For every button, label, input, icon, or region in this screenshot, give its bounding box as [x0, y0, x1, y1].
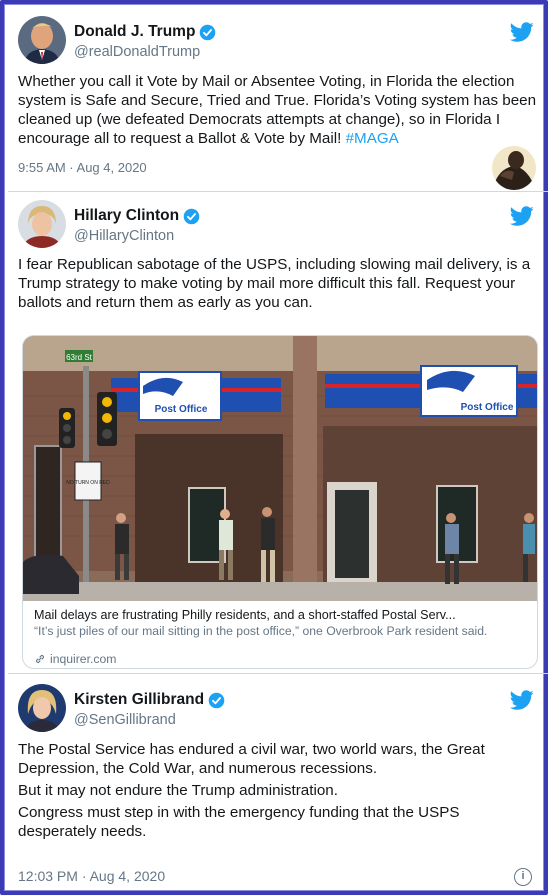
tweet-paragraph: But it may not endure the Trump administ… — [18, 782, 338, 799]
tweet-header: Hillary Clinton @HillaryClinton — [18, 200, 538, 252]
tweet-gillibrand[interactable]: Kirsten Gillibrand @SenGillibrand The Po… — [8, 676, 548, 895]
screenshot-frame: Donald J. Trump @realDonaldTrump Whether… — [0, 0, 548, 895]
timestamp[interactable]: 9:55 AM · Aug 4, 2020 — [18, 160, 147, 175]
avatar[interactable] — [18, 200, 66, 248]
hashtag-link[interactable]: #MAGA — [346, 130, 399, 147]
user-handle[interactable]: @realDonaldTrump — [74, 42, 216, 62]
link-card[interactable]: Post Office Post Office 63rd St NO TURN … — [22, 335, 538, 669]
info-icon[interactable]: i — [514, 868, 532, 886]
avatar[interactable] — [18, 16, 66, 64]
twitter-bird-icon[interactable] — [510, 688, 534, 712]
tweet-header: Donald J. Trump @realDonaldTrump — [18, 16, 538, 68]
tweet-body: Whether you call it Vote by Mail or Abse… — [18, 73, 537, 147]
display-name[interactable]: Kirsten Gillibrand — [74, 690, 225, 710]
tweet-clinton[interactable]: Hillary Clinton @HillaryClinton I fear R… — [8, 191, 548, 674]
card-image: Post Office Post Office 63rd St NO TURN … — [23, 336, 537, 601]
tweet-trump[interactable]: Donald J. Trump @realDonaldTrump Whether… — [8, 8, 548, 190]
display-name[interactable]: Donald J. Trump — [74, 22, 216, 42]
card-title[interactable]: Mail delays are frustrating Philly resid… — [34, 607, 529, 623]
sign-right-text: Post Office — [461, 402, 514, 413]
tweet-text: Whether you call it Vote by Mail or Abse… — [18, 72, 538, 148]
user-handle[interactable]: @HillaryClinton — [74, 226, 200, 246]
card-domain[interactable]: inquirer.com — [34, 652, 116, 666]
timestamp[interactable]: 12:03 PM · Aug 4, 2020 — [18, 868, 165, 884]
verified-badge-icon — [200, 24, 216, 40]
card-description: “It’s just piles of our mail sitting in … — [34, 624, 488, 638]
avatar[interactable] — [18, 684, 66, 732]
display-name-text[interactable]: Hillary Clinton — [74, 206, 179, 226]
tweet-header: Kirsten Gillibrand @SenGillibrand — [18, 684, 538, 736]
verified-badge-icon — [183, 208, 200, 224]
verified-badge-icon — [208, 692, 225, 708]
display-name[interactable]: Hillary Clinton — [74, 206, 200, 226]
no-turn-sign-text: NO TURN ON RED — [66, 480, 110, 486]
twitter-bird-icon[interactable] — [510, 20, 534, 44]
twitter-bird-icon[interactable] — [510, 204, 534, 228]
display-name-text[interactable]: Donald J. Trump — [74, 22, 195, 42]
tweet-paragraph: The Postal Service has endured a civil w… — [18, 741, 485, 777]
street-sign-text: 63rd St — [66, 353, 93, 362]
user-handle[interactable]: @SenGillibrand — [74, 710, 225, 730]
sign-left-text: Post Office — [155, 404, 208, 415]
display-name-text[interactable]: Kirsten Gillibrand — [74, 690, 204, 710]
card-domain-text[interactable]: inquirer.com — [50, 652, 116, 666]
link-icon — [35, 654, 45, 664]
tweet-paragraph: Congress must step in with the emergency… — [18, 804, 460, 840]
overlay-avatar — [492, 146, 536, 190]
tweet-text: I fear Republican sabotage of the USPS, … — [18, 256, 531, 311]
tweet-text: The Postal Service has endured a civil w… — [18, 740, 538, 844]
